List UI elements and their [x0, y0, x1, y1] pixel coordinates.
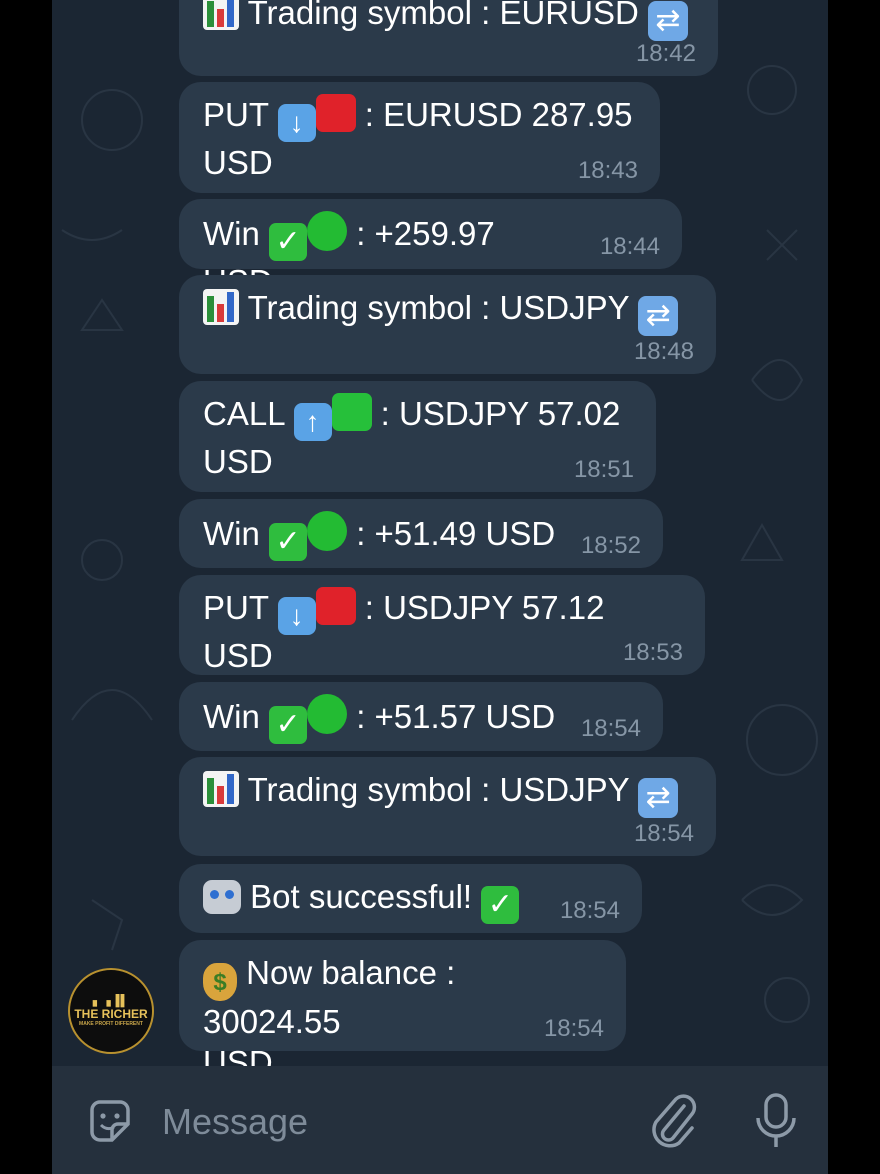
message-text: Trading symbol : USDJPY ⇄	[203, 769, 692, 818]
logo-bars: ▖▗▐▌	[92, 994, 130, 1007]
money-bag-emoji: $	[203, 963, 237, 1001]
robot-emoji	[203, 880, 241, 914]
bar-chart-emoji	[203, 771, 239, 807]
message-bubble[interactable]: CALL ↑ : USDJPY 57.02 USD 18:51	[179, 381, 656, 492]
microphone-icon[interactable]	[752, 1092, 800, 1150]
up-arrow-emoji: ↑	[293, 403, 332, 441]
avatar-tagline: MAKE PROFIT DIFFERENT	[79, 1020, 143, 1027]
message-bubble[interactable]: Win ✓ : +259.97 USD 18:44	[179, 199, 682, 300]
red-square-emoji	[315, 94, 356, 132]
check-mark-emoji: ✓	[269, 706, 308, 744]
message-bubble[interactable]: Trading symbol : USDJPY ⇄ 18:54	[179, 757, 716, 856]
message-input-bar	[52, 1066, 828, 1174]
message-time: 18:42	[635, 40, 696, 67]
avatar-brand: THE RICHER	[74, 1006, 148, 1021]
message-time: 18:54	[559, 897, 620, 924]
repeat-emoji: ⇄	[638, 778, 679, 818]
check-mark-emoji: ✓	[269, 223, 308, 261]
message-text: Trading symbol : EURUSD ⇄	[203, 0, 694, 41]
avatar[interactable]: ▖▗▐▌ THE RICHER MAKE PROFIT DIFFERENT	[68, 968, 154, 1054]
message-text: Bot successful! ✓	[203, 876, 618, 924]
chat-screen: Trading symbol : EURUSD ⇄ 18:42 PUT ↓ : …	[52, 0, 828, 1174]
message-time: 18:51	[573, 456, 634, 483]
message-bubble[interactable]: PUT ↓ : EURUSD 287.95 USD 18:43	[179, 82, 660, 193]
message-bubble[interactable]: Win ✓ : +51.49 USD 18:52	[179, 499, 663, 568]
down-arrow-emoji: ↓	[277, 104, 316, 142]
bar-chart-emoji	[203, 0, 239, 30]
check-mark-emoji: ✓	[481, 886, 520, 924]
paperclip-icon[interactable]	[648, 1092, 700, 1150]
green-circle-emoji	[307, 511, 348, 551]
message-time: 18:43	[577, 157, 638, 184]
message-text: Win ✓ : +51.49 USD	[203, 511, 639, 561]
message-time: 18:48	[633, 338, 694, 365]
message-text: Win ✓ : +51.57 USD	[203, 694, 639, 744]
green-square-emoji	[331, 393, 372, 431]
bar-chart-emoji	[203, 289, 239, 325]
message-text-line-2: USD	[203, 443, 273, 480]
repeat-emoji: ⇄	[638, 296, 679, 336]
message-time: 18:53	[622, 639, 683, 666]
message-time: 18:52	[580, 532, 641, 559]
message-bubble[interactable]: Trading symbol : EURUSD ⇄ 18:42	[179, 0, 718, 76]
repeat-emoji: ⇄	[647, 1, 688, 41]
message-text-line-2: USD	[203, 144, 273, 181]
message-text: Trading symbol : USDJPY ⇄	[203, 287, 692, 336]
message-input[interactable]	[160, 1096, 624, 1148]
down-arrow-emoji: ↓	[277, 597, 316, 635]
message-text: $ Now balance : 30024.55	[203, 954, 456, 1040]
message-time: 18:54	[633, 820, 694, 847]
message-text: PUT ↓ : EURUSD 287.95	[203, 94, 636, 142]
green-circle-emoji	[307, 211, 348, 251]
message-bubble[interactable]: Bot successful! ✓ 18:54	[179, 864, 642, 933]
message-time: 18:54	[580, 715, 641, 742]
message-text: PUT ↓ : USDJPY 57.12 USD	[203, 587, 605, 674]
sticker-icon[interactable]	[84, 1096, 136, 1148]
red-square-emoji	[315, 587, 356, 625]
message-text: CALL ↑ : USDJPY 57.02	[203, 393, 632, 441]
message-bubble[interactable]: Win ✓ : +51.57 USD 18:54	[179, 682, 663, 751]
message-bubble[interactable]: Trading symbol : USDJPY ⇄ 18:48	[179, 275, 716, 374]
check-mark-emoji: ✓	[269, 523, 308, 561]
message-bubble[interactable]: PUT ↓ : USDJPY 57.12 USD 18:53	[179, 575, 705, 675]
green-circle-emoji	[307, 694, 348, 734]
message-time: 18:44	[599, 233, 660, 260]
message-bubble[interactable]: $ Now balance : 30024.55 USD 18:54	[179, 940, 626, 1081]
message-time: 18:54	[543, 1015, 604, 1042]
